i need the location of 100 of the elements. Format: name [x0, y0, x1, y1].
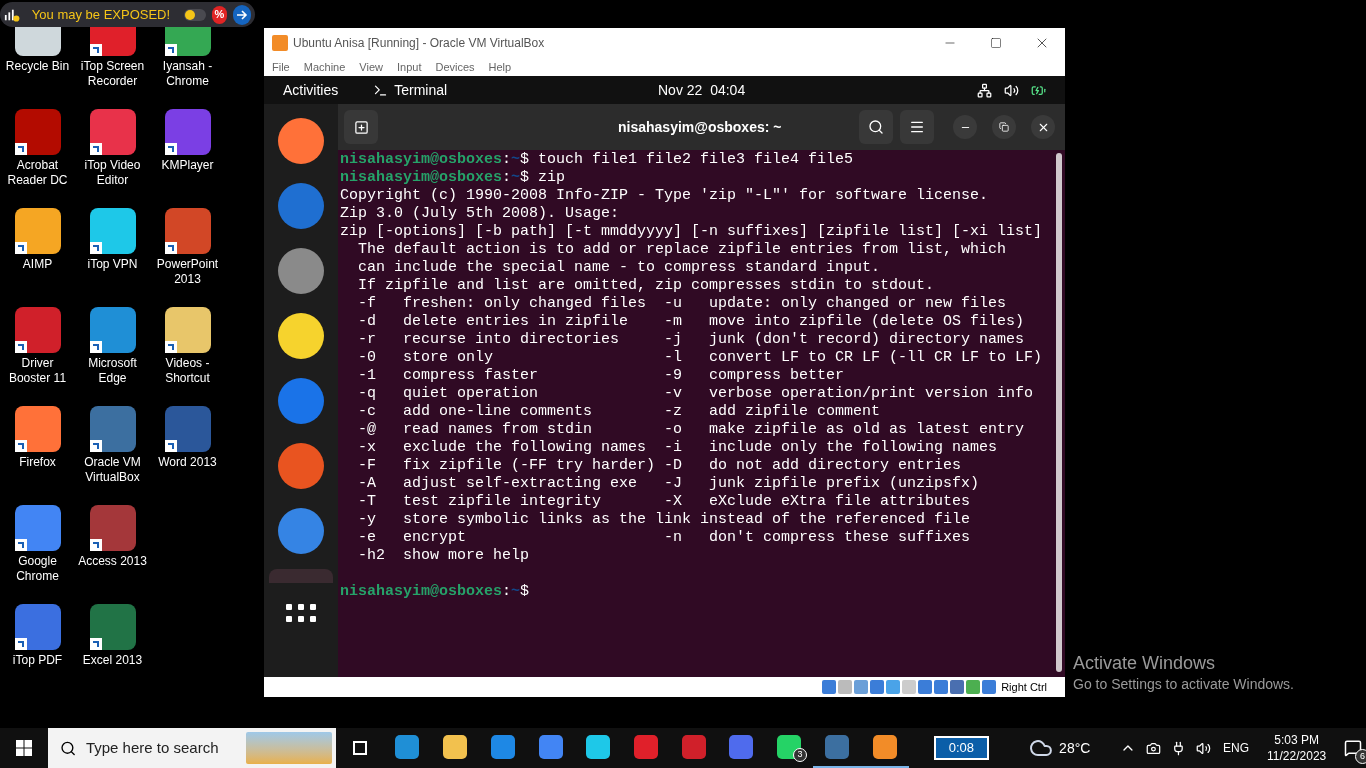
count-badge: 3: [793, 748, 808, 762]
icon-label: iTop Video Editor: [83, 158, 142, 188]
menu-item[interactable]: Input: [396, 58, 422, 76]
windows-logo-icon: [15, 740, 32, 756]
menu-item[interactable]: View: [359, 58, 383, 76]
dock-app-icon[interactable]: [278, 118, 324, 164]
maximize-icon: [990, 37, 1002, 49]
notifications-icon[interactable]: [1344, 739, 1363, 757]
scrollbar[interactable]: [1056, 153, 1062, 672]
status-icon[interactable]: [950, 680, 965, 694]
prompt-colon: :: [502, 169, 512, 187]
prompt-path: ~: [511, 151, 521, 169]
app-icon[interactable]: [89, 208, 136, 254]
menu-icon: [909, 119, 925, 135]
temperature[interactable]: 28°C: [1059, 737, 1091, 759]
status-icon[interactable]: [966, 680, 981, 694]
search-icon: [59, 739, 76, 757]
status-icon[interactable]: [918, 680, 933, 694]
activation-title: Activate Windows: [1073, 652, 1217, 674]
host-key-label: Right Ctrl: [1001, 679, 1047, 695]
app-icon[interactable]: [14, 604, 61, 650]
command-text: $ touch file1 file2 file3 file4 file5: [520, 151, 854, 169]
arrow-right-icon: [236, 8, 249, 21]
output-text: -@ read names from stdin -o make zipfile as old as latest entry: [357, 421, 1025, 439]
menu-button[interactable]: [900, 110, 934, 144]
app-icon[interactable]: [89, 307, 136, 353]
status-icon[interactable]: [886, 680, 901, 694]
app-icon[interactable]: [164, 208, 211, 254]
app-icon[interactable]: [14, 406, 61, 452]
output-text: -c add one-line comments -z add zipfile comment: [357, 403, 881, 421]
icon-label: PowerPoint 2013: [155, 257, 220, 287]
app-icon[interactable]: [89, 505, 136, 551]
icon-label: Oracle VM VirtualBox: [83, 455, 142, 485]
search-box[interactable]: Type here to search: [47, 728, 336, 768]
dock-app-icon[interactable]: [278, 248, 324, 294]
close-button[interactable]: [1031, 115, 1055, 139]
toggle-switch[interactable]: [184, 8, 206, 21]
icon-label: Google Chrome: [15, 554, 60, 584]
network-icon[interactable]: [977, 82, 992, 98]
status-icon[interactable]: [982, 680, 997, 694]
search-button[interactable]: [859, 110, 893, 144]
search-field[interactable]: Type here to search: [85, 736, 246, 760]
icon-label: AIMP: [21, 257, 54, 272]
app-menu[interactable]: Terminal: [394, 79, 448, 101]
status-icon[interactable]: [934, 680, 949, 694]
icon-label: Driver Booster 11: [7, 356, 68, 386]
dock-app-icon[interactable]: [278, 313, 324, 359]
activities-button[interactable]: Activities: [283, 79, 339, 101]
app-icon[interactable]: [164, 109, 211, 155]
prompt-colon: :: [502, 583, 512, 601]
virtualbox-logo-icon: [272, 35, 288, 51]
status-icon[interactable]: [822, 680, 837, 694]
command-text: $: [520, 583, 530, 601]
window-title: Ubuntu Anisa [Running] - Oracle VM VirtualBox: [293, 35, 545, 52]
arrow-button[interactable]: [233, 4, 251, 25]
prompt-path: ~: [511, 169, 521, 187]
restore-button[interactable]: [992, 115, 1016, 139]
app-icon[interactable]: [164, 307, 211, 353]
menu-item[interactable]: Devices: [435, 58, 475, 76]
new-tab-button[interactable]: [344, 110, 378, 144]
output-text: -F fix zipfile (-FF try harder) -D do not add directory entries: [357, 457, 962, 475]
volume-icon[interactable]: [1196, 740, 1212, 756]
output-text: -r recurse into directories -j junk (don't record) directory names: [357, 331, 1025, 349]
app-icon[interactable]: [14, 307, 61, 353]
app-icon[interactable]: [14, 109, 61, 155]
menu-item[interactable]: Help: [488, 58, 512, 76]
language-indicator[interactable]: ENG: [1223, 739, 1250, 757]
menu-item[interactable]: Machine: [303, 58, 346, 76]
timer-widget[interactable]: 0:08: [933, 736, 990, 760]
camera-icon[interactable]: [1146, 740, 1162, 756]
terminal-icon: [373, 82, 389, 98]
app-icon[interactable]: [14, 208, 61, 254]
icon-label: Iyansah - Chrome: [161, 59, 214, 89]
icon-label: Recycle Bin: [4, 59, 71, 74]
app-icon[interactable]: [14, 505, 61, 551]
output-text: If zipfile and list are omitted, zip compresses stdin to stdout.: [357, 277, 935, 295]
status-icon[interactable]: [870, 680, 885, 694]
icon-label: Access 2013: [77, 554, 148, 569]
icon-label: Excel 2013: [81, 653, 144, 668]
output-text: -A adjust self-extracting exe -J junk zipfile prefix (unzipsfx): [357, 475, 980, 493]
icon-label: Word 2013: [157, 455, 218, 470]
app-icon[interactable]: [89, 406, 136, 452]
search-icon: [868, 119, 884, 135]
clock[interactable]: Nov 22 04:04: [658, 79, 746, 101]
icon-label: Videos - Shortcut: [164, 356, 211, 386]
status-icon[interactable]: [854, 680, 869, 694]
app-icon[interactable]: [89, 109, 136, 155]
taskbar-app[interactable]: 3: [765, 728, 814, 768]
icon-label: iTop VPN: [86, 257, 139, 272]
apps-grid-icon[interactable]: [286, 604, 316, 622]
clock-time[interactable]: 5:03 PM: [1274, 732, 1319, 748]
clock-date[interactable]: 11/22/2023: [1267, 748, 1327, 764]
app-icon[interactable]: [89, 604, 136, 650]
menu-item[interactable]: File: [272, 58, 290, 76]
app-icon[interactable]: [164, 406, 211, 452]
volume-icon[interactable]: [1004, 82, 1019, 98]
discount-badge[interactable]: %: [211, 5, 228, 24]
output-text: -f freshen: only changed files -u update: only changed or new files: [357, 295, 1007, 313]
prompt-user: nisahasyim@osboxes: [340, 151, 503, 169]
output-text: -T test zipfile integrity -X eXclude eXtra file attributes: [357, 493, 971, 511]
